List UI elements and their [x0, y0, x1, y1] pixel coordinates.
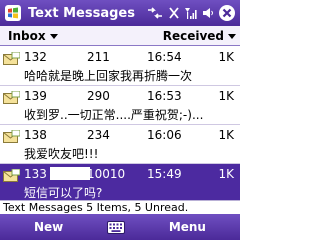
- message-time: 15:49: [147, 167, 182, 181]
- signal-strength-icon[interactable]: [184, 6, 198, 20]
- windows-start-icon[interactable]: [4, 4, 22, 22]
- close-ok-icon[interactable]: [218, 4, 236, 22]
- folder-dropdown[interactable]: Inbox: [8, 29, 58, 43]
- message-sender: 139: [24, 89, 47, 103]
- sort-label: Received: [162, 28, 224, 43]
- message-preview: 哈哈就是晚上回家我再折腾一次: [24, 69, 193, 83]
- folder-status: Text Messages 5 Items, 5 Unread.: [0, 200, 240, 214]
- message-time: 16:54: [147, 50, 182, 64]
- new-softkey[interactable]: New: [34, 220, 63, 234]
- list-header: Inbox Received: [0, 26, 240, 46]
- message-size: 1K: [218, 50, 234, 64]
- message-preview: 收到罗..一切正常....严重祝贺;-)...: [24, 108, 204, 122]
- message-item-selected[interactable]: 133 10010 15:49 1K 短信可以了吗?: [0, 164, 240, 203]
- message-sender-tail: 211: [87, 50, 110, 64]
- status-icons: [146, 4, 236, 22]
- message-sender: 138: [24, 128, 47, 142]
- no-signal-icon[interactable]: [168, 6, 180, 20]
- message-item[interactable]: 132 211 16:54 1K 哈哈就是晚上回家我再折腾一次: [0, 47, 240, 86]
- message-sender-tail: 10010: [87, 167, 126, 181]
- message-size: 1K: [218, 128, 234, 142]
- message-sender-tail: 234: [87, 128, 110, 142]
- message-time: 16:06: [147, 128, 182, 142]
- envelope-icon: [3, 169, 20, 182]
- app-title: Text Messages: [28, 5, 135, 21]
- connectivity-icon[interactable]: [146, 6, 164, 20]
- message-item[interactable]: 138 234 16:06 1K 我爱吹友吧!!!: [0, 125, 240, 164]
- folder-label: Inbox: [8, 28, 46, 43]
- message-sender-tail: 290: [87, 89, 110, 103]
- message-size: 1K: [218, 89, 234, 103]
- keyboard-icon[interactable]: [107, 220, 126, 234]
- envelope-icon: [3, 130, 20, 143]
- message-sender: 132: [24, 50, 47, 64]
- envelope-icon: [3, 52, 20, 65]
- message-time: 16:53: [147, 89, 182, 103]
- message-item[interactable]: 139 290 16:53 1K 收到罗..一切正常....严重祝贺;-)...: [0, 86, 240, 125]
- chevron-down-icon: [228, 34, 236, 39]
- message-preview: 短信可以了吗?: [24, 186, 103, 200]
- sort-dropdown[interactable]: Received: [163, 29, 236, 43]
- menu-softkey[interactable]: Menu: [169, 220, 206, 234]
- softkey-bar: New Menu: [0, 214, 240, 240]
- redaction-block: [50, 167, 90, 180]
- volume-icon[interactable]: [202, 6, 214, 20]
- message-sender: 133: [24, 167, 47, 181]
- message-preview: 我爱吹友吧!!!: [24, 147, 99, 161]
- envelope-icon: [3, 91, 20, 104]
- message-size: 1K: [218, 167, 234, 181]
- title-bar: Text Messages: [0, 0, 240, 26]
- chevron-down-icon: [49, 34, 58, 39]
- message-list: 132 211 16:54 1K 哈哈就是晚上回家我再折腾一次 139 290 …: [0, 47, 240, 203]
- screen: Text Messages Inbox Received 132 211 16:…: [0, 0, 240, 240]
